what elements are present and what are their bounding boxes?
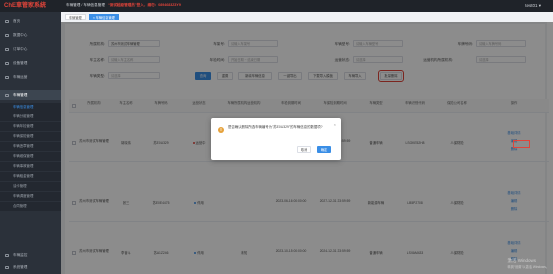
breadcrumb: 车辆管理 / 车辆信息管理 “测试超級管理员”登入，請勿：0894683Z3Y9 — [66, 3, 181, 8]
sidebar-sub-contracts[interactable]: 合同管理 — [0, 202, 61, 211]
sidebar-sub-insurance[interactable]: 车辆保险管理 — [0, 132, 61, 141]
sidebar-sub-violations[interactable]: 车辆违章管理 — [0, 142, 61, 151]
settings-icon — [5, 265, 9, 269]
sidebar-item-data-center[interactable]: 数据中心 — [0, 30, 61, 40]
sidebar-sub-vehicle-info[interactable]: 车辆信息管理 — [0, 103, 61, 112]
confirm-dialog: ! 是否确认删除所选车辆编号为"苏E0U329"的车辆信息的数据项? × 取消 … — [211, 118, 341, 160]
windows-watermark: 激活 Windows 转到“设置”以激活 Windows。 — [508, 258, 549, 270]
sidebar: 首页 数据中心 订单中心 设备管理 车辆运营 车辆管理 车辆信息管理 车辆分组管… — [0, 12, 61, 274]
breadcrumb-bar: 车辆管理 / 车辆信息管理 “测试超級管理员”登入，請勿：0894683Z3Y9 — [61, 0, 553, 12]
watermark-subtitle: 转到“设置”以激活 Windows。 — [507, 265, 549, 269]
sidebar-item-orders[interactable]: 订单中心 — [0, 44, 61, 54]
car-icon — [5, 75, 9, 79]
app-logo: ChE車管家系統 — [4, 3, 47, 9]
sidebar-item-monitor[interactable]: 车辆监控 — [0, 250, 61, 260]
sidebar-sub-dispatch[interactable]: 车辆调度管理 — [0, 192, 61, 201]
cancel-button[interactable]: 取消 — [297, 146, 311, 153]
warning-icon: ! — [218, 127, 224, 133]
tab-vehicle-info[interactable]: × 车辆信息管理 — [89, 14, 119, 20]
tab-vehicle-mgmt[interactable]: 车辆管理 — [65, 14, 86, 20]
close-icon[interactable]: × — [334, 122, 336, 127]
home-icon — [5, 19, 9, 23]
sidebar-item-operations[interactable]: 车辆运营 — [0, 72, 61, 82]
sidebar-item-home[interactable]: 首页 — [0, 16, 61, 26]
vehicle-icon — [5, 93, 9, 97]
sidebar-sub-fuel-card[interactable]: 油卡管理 — [0, 182, 61, 191]
sidebar-item-system[interactable]: 系统管理 — [0, 262, 61, 272]
confirm-button[interactable]: 确定 — [317, 146, 331, 153]
sidebar-sub-groups[interactable]: 车辆分组管理 — [0, 112, 61, 121]
order-icon — [5, 47, 9, 51]
chart-icon — [5, 33, 9, 37]
monitor-icon — [5, 253, 9, 257]
confirm-message: 是否确认删除所选车辆编号为"苏E0U329"的车辆信息的数据项? — [228, 125, 323, 129]
sidebar-item-vehicles[interactable]: 车辆管理 — [0, 90, 61, 100]
sidebar-sub-rent[interactable]: 车辆租金管理 — [0, 172, 61, 181]
breadcrumb-path[interactable]: 车辆管理 / 车辆信息管理 — [66, 3, 105, 7]
device-icon — [5, 61, 9, 65]
sidebar-item-devices[interactable]: 设备管理 — [0, 58, 61, 68]
delete-highlight-box — [513, 140, 530, 148]
login-warning: “测试超級管理员”登入，請勿：0894683Z3Y9 — [107, 3, 181, 7]
sidebar-sub-inspection[interactable]: 车辆年检管理 — [0, 122, 61, 131]
sidebar-sub-accidents[interactable]: 车辆事故管理 — [0, 162, 61, 171]
sidebar-sub-maintenance[interactable]: 车辆维保管理 — [0, 152, 61, 161]
tab-bar: 车辆管理 × 车辆信息管理 — [61, 12, 553, 22]
